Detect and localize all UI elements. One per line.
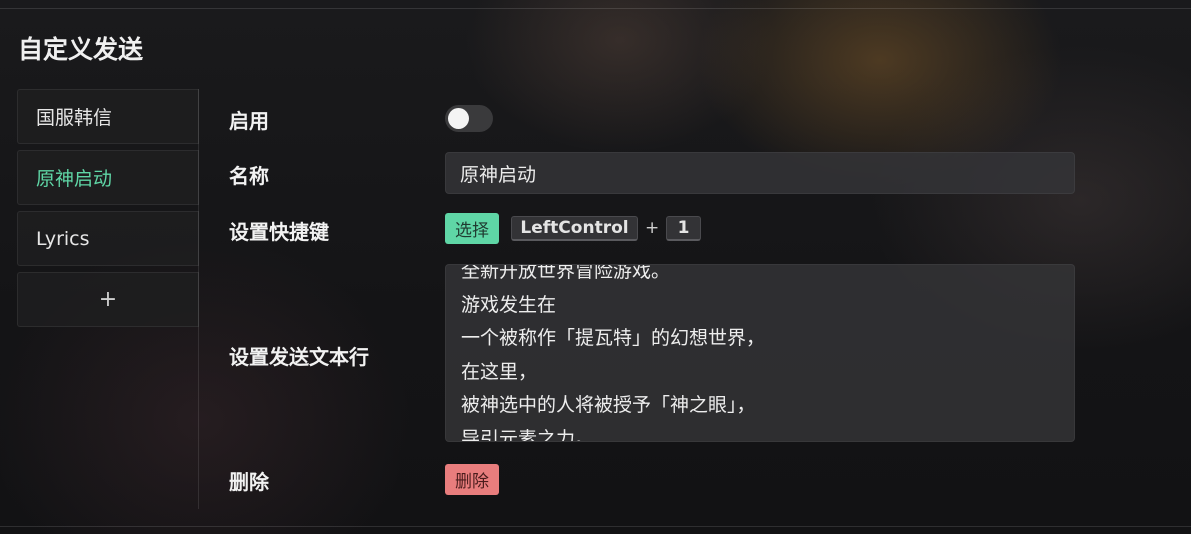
hotkey-label: 设置快捷键 [229, 220, 329, 244]
sidebar-item-label: Lyrics [36, 227, 90, 250]
select-hotkey-button[interactable]: 选择 [445, 213, 499, 244]
hotkey-key-leftcontrol: LeftControl [511, 216, 638, 241]
text-line: 被神选中的人将被授予「神之眼」， [461, 394, 756, 416]
hotkey-key-1: 1 [666, 216, 701, 241]
text-line: 全新开放世界冒险游戏。 [461, 264, 671, 282]
toggle-knob [448, 108, 469, 129]
text-lines-label: 设置发送文本行 [229, 345, 369, 369]
text-line: 游戏发生在 [461, 293, 557, 316]
hotkey-plus: + [645, 218, 660, 238]
bottom-divider [0, 526, 1191, 527]
delete-label: 删除 [229, 470, 269, 494]
sidebar-item-yuanshen-qidong[interactable]: 原神启动 [17, 150, 199, 205]
delete-button[interactable]: 删除 [445, 464, 499, 495]
sidebar-item-label: 国服韩信 [36, 107, 113, 129]
enabled-label: 启用 [229, 109, 269, 133]
text-line: 导引元素之力。 [461, 427, 595, 442]
sidebar-item-guofu-hanxin[interactable]: 国服韩信 [17, 89, 199, 144]
text-line: 一个被称作「提瓦特」的幻想世界， [461, 327, 766, 349]
text-line: 在这里， [461, 360, 538, 383]
name-input[interactable] [445, 152, 1075, 194]
add-item-button[interactable]: + [17, 272, 199, 327]
page-title: 自定义发送 [18, 35, 144, 64]
enabled-toggle[interactable] [445, 105, 493, 132]
text-lines-textarea[interactable]: 全新开放世界冒险游戏。 游戏发生在 一个被称作「提瓦特」的幻想世界， 在这里， … [445, 264, 1075, 442]
sidebar: 国服韩信 原神启动 Lyrics + [17, 89, 199, 333]
sidebar-divider [198, 89, 199, 509]
name-label: 名称 [229, 164, 269, 188]
plus-icon: + [98, 287, 118, 312]
sidebar-item-label: 原神启动 [36, 168, 113, 190]
sidebar-item-lyrics[interactable]: Lyrics [17, 211, 199, 266]
top-divider [0, 8, 1191, 9]
